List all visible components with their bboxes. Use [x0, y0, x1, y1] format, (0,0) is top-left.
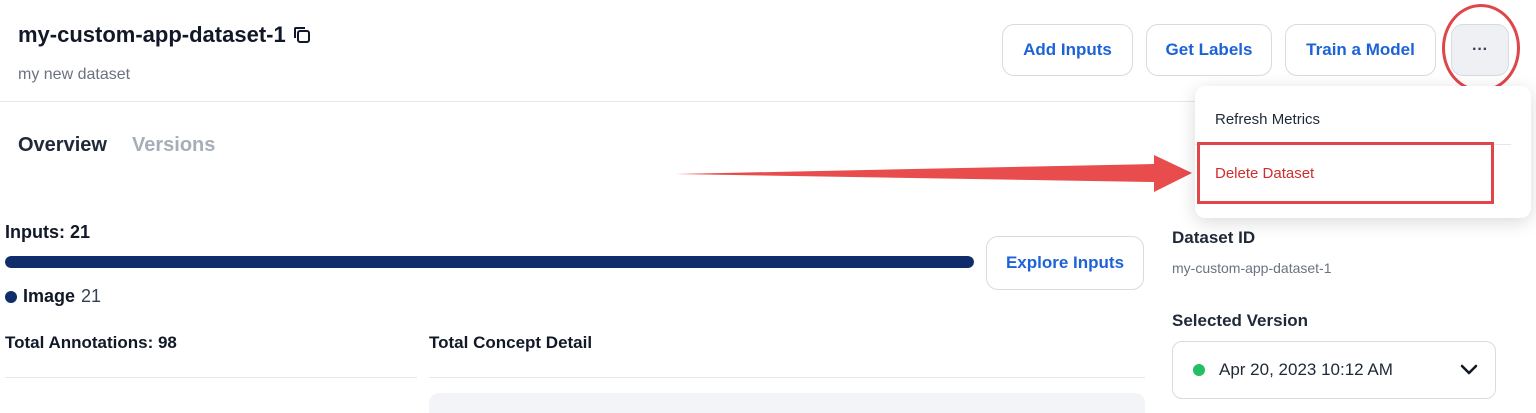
concept-detail-panel	[429, 393, 1145, 413]
add-inputs-button[interactable]: Add Inputs	[1002, 24, 1133, 76]
dataset-id-label: Dataset ID	[1172, 228, 1256, 247]
dataset-description: my new dataset	[18, 66, 131, 83]
tab-versions[interactable]: Versions	[132, 134, 215, 157]
train-model-button[interactable]: Train a Model	[1285, 24, 1436, 76]
status-dot	[1193, 364, 1205, 376]
version-select[interactable]: Apr 20, 2023 10:12 AM	[1172, 341, 1496, 399]
get-labels-button[interactable]: Get Labels	[1146, 24, 1272, 76]
header-divider	[0, 101, 1200, 102]
chevron-down-icon	[1460, 364, 1478, 375]
menu-item-refresh-metrics[interactable]: Refresh Metrics	[1215, 111, 1320, 128]
inputs-legend: Image 21	[5, 286, 101, 307]
tab-overview[interactable]: Overview	[18, 134, 107, 157]
selected-version-label: Selected Version	[1172, 311, 1309, 330]
annotations-divider	[5, 377, 417, 378]
highlight-box-annotation	[1197, 142, 1494, 204]
legend-count: 21	[81, 286, 102, 306]
inputs-count-label: Inputs: 21	[5, 222, 91, 242]
explore-inputs-button[interactable]: Explore Inputs	[986, 236, 1144, 290]
dataset-id-value: my-custom-app-dataset-1	[1172, 260, 1332, 276]
highlight-circle-annotation	[1442, 4, 1520, 92]
total-concept-detail-label: Total Concept Detail	[429, 333, 593, 352]
version-select-value: Apr 20, 2023 10:12 AM	[1219, 360, 1393, 379]
inputs-progress-bar	[5, 256, 974, 268]
copy-icon[interactable]	[292, 25, 312, 45]
legend-dot	[5, 290, 17, 303]
dataset-title-row: my-custom-app-dataset-1	[18, 22, 312, 48]
total-annotations-label: Total Annotations: 98	[5, 333, 177, 352]
pointer-arrow-annotation	[676, 155, 1192, 192]
legend-label: Image	[23, 286, 76, 306]
concept-divider	[429, 377, 1145, 378]
page-title: my-custom-app-dataset-1	[18, 22, 286, 47]
inputs-progress-fill	[5, 256, 974, 268]
